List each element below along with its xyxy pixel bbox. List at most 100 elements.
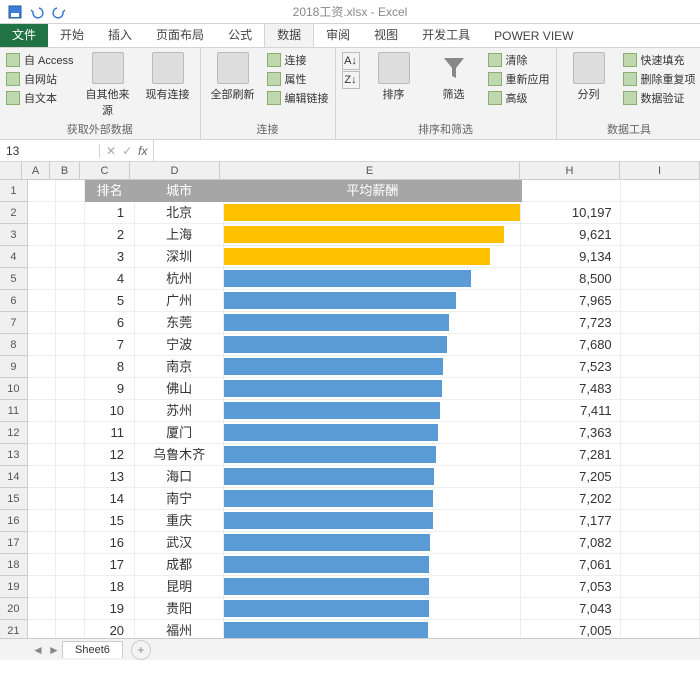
tab-review[interactable]: 审阅: [314, 22, 362, 47]
cell[interactable]: [621, 488, 700, 510]
redo-icon[interactable]: [50, 3, 68, 21]
row-header[interactable]: 9: [0, 356, 28, 378]
row-header[interactable]: 15: [0, 488, 28, 510]
row-header[interactable]: 8: [0, 334, 28, 356]
value-cell[interactable]: 10,197: [521, 202, 620, 224]
cell[interactable]: [621, 312, 700, 334]
tab-nav-prev[interactable]: ◄: [30, 643, 46, 657]
cell[interactable]: [28, 290, 56, 312]
bar-cell[interactable]: [224, 532, 521, 554]
filter-button[interactable]: 筛选: [428, 52, 480, 102]
text-to-columns-button[interactable]: 分列: [563, 52, 615, 102]
bar-cell[interactable]: [224, 334, 521, 356]
bar-cell[interactable]: [224, 576, 521, 598]
value-cell[interactable]: 7,483: [521, 378, 620, 400]
remove-duplicates-button[interactable]: 删除重复项: [623, 71, 696, 87]
cell[interactable]: [28, 400, 56, 422]
cell[interactable]: [28, 246, 56, 268]
tab-insert[interactable]: 插入: [96, 22, 144, 47]
bar-cell[interactable]: [224, 466, 521, 488]
tab-power[interactable]: POWER VIEW: [482, 25, 585, 47]
column-header[interactable]: A: [22, 162, 50, 179]
bar-cell[interactable]: [224, 312, 521, 334]
connections-button[interactable]: 连接: [267, 52, 329, 68]
value-cell[interactable]: 7,061: [521, 554, 620, 576]
city-cell[interactable]: 重庆: [135, 510, 224, 532]
column-header[interactable]: C: [80, 162, 130, 179]
value-cell[interactable]: 7,082: [521, 532, 620, 554]
column-header[interactable]: E: [220, 162, 520, 179]
table-header-salary[interactable]: 平均薪酬: [224, 180, 521, 202]
bar-cell[interactable]: [224, 422, 521, 444]
value-cell[interactable]: 7,523: [521, 356, 620, 378]
row-header[interactable]: 4: [0, 246, 28, 268]
cell[interactable]: [28, 488, 56, 510]
cell[interactable]: [56, 246, 86, 268]
cell[interactable]: [56, 466, 86, 488]
refresh-all-button[interactable]: 全部刷新: [207, 52, 259, 102]
add-sheet-button[interactable]: +: [131, 640, 151, 660]
cell[interactable]: [56, 290, 86, 312]
cell[interactable]: [28, 180, 56, 202]
cell[interactable]: [56, 202, 86, 224]
rank-cell[interactable]: 7: [85, 334, 135, 356]
rank-cell[interactable]: 13: [85, 466, 135, 488]
bar-cell[interactable]: [224, 598, 521, 620]
rank-cell[interactable]: 15: [85, 510, 135, 532]
row-header[interactable]: 14: [0, 466, 28, 488]
rank-cell[interactable]: 17: [85, 554, 135, 576]
value-cell[interactable]: 7,043: [521, 598, 620, 620]
table-header-rank[interactable]: 排名: [85, 180, 135, 202]
row-header[interactable]: 1: [0, 180, 28, 202]
cell[interactable]: [28, 334, 56, 356]
undo-icon[interactable]: [28, 3, 46, 21]
cell[interactable]: [621, 554, 700, 576]
rank-cell[interactable]: 5: [85, 290, 135, 312]
rank-cell[interactable]: 10: [85, 400, 135, 422]
cell[interactable]: [28, 356, 56, 378]
value-cell[interactable]: 7,411: [521, 400, 620, 422]
city-cell[interactable]: 杭州: [135, 268, 224, 290]
row-header[interactable]: 3: [0, 224, 28, 246]
column-header[interactable]: I: [620, 162, 700, 179]
data-validation-button[interactable]: 数据验证: [623, 90, 696, 106]
tab-file[interactable]: 文件: [0, 22, 48, 47]
bar-cell[interactable]: [224, 488, 521, 510]
save-icon[interactable]: [6, 3, 24, 21]
value-cell[interactable]: 7,723: [521, 312, 620, 334]
cell[interactable]: [621, 202, 700, 224]
city-cell[interactable]: 昆明: [135, 576, 224, 598]
cell[interactable]: [28, 598, 56, 620]
cell[interactable]: [56, 598, 86, 620]
rank-cell[interactable]: 11: [85, 422, 135, 444]
row-header[interactable]: 13: [0, 444, 28, 466]
cell[interactable]: [621, 268, 700, 290]
cell[interactable]: [56, 422, 86, 444]
cell[interactable]: [56, 378, 86, 400]
cell[interactable]: [621, 356, 700, 378]
cell[interactable]: [56, 334, 86, 356]
column-header[interactable]: D: [130, 162, 220, 179]
cell[interactable]: [621, 334, 700, 356]
sort-asc-button[interactable]: A↓: [342, 52, 360, 70]
row-header[interactable]: 18: [0, 554, 28, 576]
name-box[interactable]: 13: [0, 144, 100, 158]
row-header[interactable]: 19: [0, 576, 28, 598]
row-header[interactable]: 20: [0, 598, 28, 620]
city-cell[interactable]: 上海: [135, 224, 224, 246]
cell[interactable]: [28, 466, 56, 488]
cell[interactable]: [56, 312, 86, 334]
cell[interactable]: [621, 532, 700, 554]
rank-cell[interactable]: 8: [85, 356, 135, 378]
cell[interactable]: [28, 378, 56, 400]
city-cell[interactable]: 东莞: [135, 312, 224, 334]
other-sources-button[interactable]: 自其他来源: [82, 52, 134, 118]
cell[interactable]: [621, 180, 700, 202]
column-header[interactable]: B: [50, 162, 80, 179]
tab-data[interactable]: 数据: [264, 21, 314, 47]
sort-desc-button[interactable]: Z↓: [342, 71, 360, 89]
existing-connections-button[interactable]: 现有连接: [142, 52, 194, 102]
cell[interactable]: [56, 268, 86, 290]
city-cell[interactable]: 南宁: [135, 488, 224, 510]
value-cell[interactable]: 7,363: [521, 422, 620, 444]
